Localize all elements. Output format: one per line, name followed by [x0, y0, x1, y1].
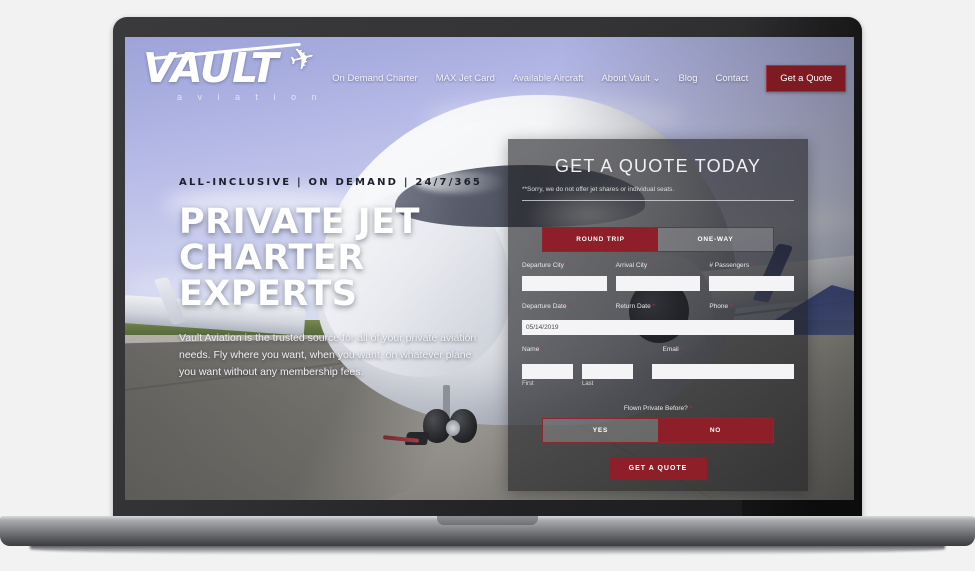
- flown-yes-button[interactable]: YES: [543, 419, 658, 442]
- first-name-input[interactable]: [522, 364, 573, 379]
- departure-city-label: Departure City *: [522, 262, 569, 269]
- hero-copy: ALL-INCLUSIVE | ON DEMAND | 24/7/365 PRI…: [179, 177, 509, 381]
- last-name-sublabel: Last: [582, 381, 594, 387]
- departure-date-input[interactable]: [522, 320, 794, 335]
- nav-item-blog[interactable]: Blog: [678, 73, 697, 84]
- email-input[interactable]: [652, 364, 794, 379]
- return-date-field: Return Date *: [616, 303, 701, 313]
- first-name-field: First: [522, 360, 573, 387]
- dates-row: Departure Date * Return Date * Phone *: [522, 303, 794, 313]
- arrival-city-field: Arrival City *: [615, 262, 701, 291]
- wheel-hub: [446, 420, 460, 436]
- main-navigation: On Demand Charter MAX Jet Card Available…: [332, 65, 846, 92]
- hero-title-line-1: PRIVATE JET: [179, 202, 420, 242]
- required-marker: *: [652, 303, 656, 310]
- required-marker: *: [750, 262, 754, 269]
- hero-title-line-2: CHARTER: [179, 238, 365, 278]
- required-marker: *: [648, 262, 652, 269]
- departure-city-input[interactable]: [522, 276, 607, 291]
- phone-field: Phone *: [709, 303, 794, 313]
- nav-item-max-jet-card[interactable]: MAX Jet Card: [436, 73, 495, 84]
- laptop-notch: [437, 516, 538, 525]
- nav-item-contact[interactable]: Contact: [715, 73, 748, 84]
- departure-city-field: Departure City *: [522, 262, 607, 291]
- return-date-label: Return Date *: [615, 303, 656, 310]
- logo-subtitle: a v i a t i o n: [177, 92, 324, 102]
- name-email-inputs-row: First Last: [522, 360, 794, 387]
- site-header: VAULT ✈ a v i a t i o n On Demand Charte…: [125, 37, 854, 115]
- departure-date-field: Departure Date *: [522, 303, 607, 313]
- nav-item-about-vault[interactable]: About Vault ⌄: [601, 73, 660, 84]
- hero-eyebrow: ALL-INCLUSIVE | ON DEMAND | 24/7/365: [179, 177, 483, 188]
- quote-form-title: GET A QUOTE TODAY: [554, 156, 762, 176]
- quote-form-panel: GET A QUOTE TODAY **Sorry, we do not off…: [508, 139, 808, 491]
- hero-title: PRIVATE JET CHARTER EXPERTS: [179, 204, 509, 312]
- last-name-field: Last: [582, 360, 633, 387]
- phone-label: Phone *: [709, 303, 733, 310]
- arrival-city-input[interactable]: [615, 276, 701, 291]
- round-trip-button[interactable]: ROUND TRIP: [543, 228, 658, 251]
- last-name-input[interactable]: [582, 364, 633, 379]
- passengers-label: # Passengers *: [709, 262, 754, 269]
- divider: [522, 200, 794, 201]
- quote-form-note: **Sorry, we do not offer jet shares or i…: [522, 186, 675, 193]
- nav-item-available-aircraft[interactable]: Available Aircraft: [513, 73, 584, 84]
- email-label: Email *: [662, 346, 684, 353]
- required-marker: *: [568, 303, 571, 310]
- submit-row: GET A QUOTE: [508, 457, 808, 480]
- nav-get-a-quote-button[interactable]: Get a Quote: [766, 65, 846, 92]
- laptop-screen: VAULT ✈ a v i a t i o n On Demand Charte…: [125, 37, 854, 500]
- submit-quote-button[interactable]: GET A QUOTE: [608, 457, 708, 480]
- one-way-button[interactable]: ONE-WAY: [658, 228, 773, 251]
- arrival-city-label: Arrival City *: [615, 262, 652, 269]
- name-label-wrap: Name *: [522, 346, 654, 356]
- departure-date-input-wrap: [522, 316, 794, 335]
- flown-before-toggle: YES NO: [542, 418, 774, 443]
- email-field: [652, 360, 794, 379]
- passengers-input[interactable]: [709, 276, 795, 291]
- passengers-field: # Passengers *: [709, 262, 795, 291]
- name-email-labels-row: Name * Email *: [522, 346, 794, 356]
- required-marker: *: [680, 346, 684, 353]
- hero-title-line-3: EXPERTS: [179, 274, 358, 314]
- laptop-mockup: VAULT ✈ a v i a t i o n On Demand Charte…: [0, 0, 975, 571]
- required-marker: *: [689, 405, 693, 412]
- trip-type-toggle: ROUND TRIP ONE-WAY: [542, 227, 774, 252]
- departure-date-label: Departure Date *: [522, 303, 571, 310]
- email-label-wrap: Email *: [663, 346, 795, 356]
- required-marker: *: [565, 262, 569, 269]
- required-marker: *: [541, 346, 544, 353]
- flown-no-button[interactable]: NO: [658, 419, 773, 442]
- flown-before-label: Flown Private Before? *: [623, 405, 693, 412]
- trip-details-row: Departure City * Arrival City * # Passen…: [522, 262, 795, 291]
- name-label: Name *: [522, 346, 544, 353]
- required-marker: *: [729, 303, 733, 310]
- vault-aviation-logo[interactable]: VAULT ✈ a v i a t i o n: [143, 40, 343, 102]
- hero-body-text: Vault Aviation is the trusted source for…: [179, 332, 477, 378]
- nav-item-on-demand-charter[interactable]: On Demand Charter: [332, 73, 418, 84]
- first-name-sublabel: First: [522, 381, 534, 387]
